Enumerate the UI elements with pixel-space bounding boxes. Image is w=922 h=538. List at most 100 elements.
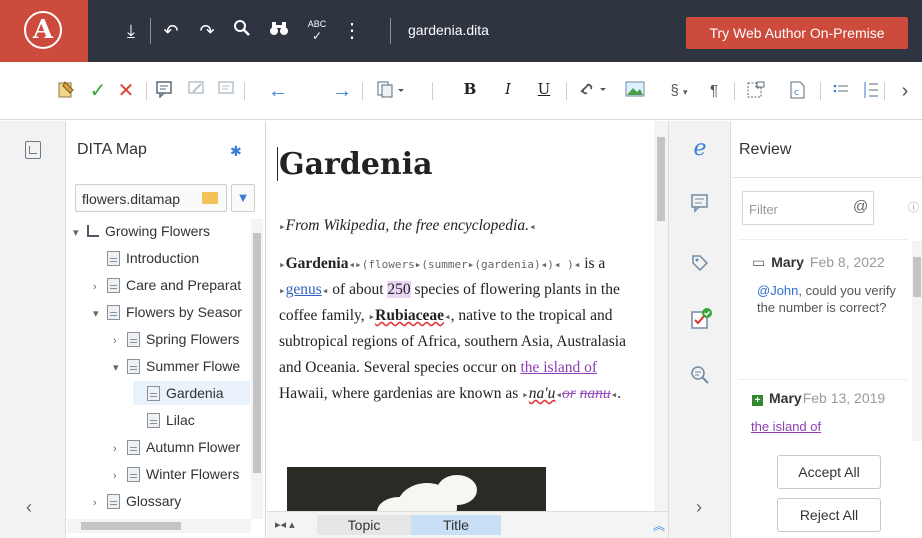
image-icon[interactable] <box>624 80 646 102</box>
prev-change-icon[interactable]: ← <box>266 80 290 102</box>
paste-icon[interactable] <box>374 80 408 102</box>
more-icon[interactable]: ⋮ <box>342 18 362 44</box>
redo-icon[interactable]: ↷ <box>196 18 218 44</box>
tree-node[interactable]: › Winter Flowers <box>113 462 239 486</box>
map-vertical-scrollbar[interactable] <box>251 219 263 519</box>
review-filter-input[interactable]: Filter @ <box>742 191 874 225</box>
add-comment-icon[interactable] <box>152 80 176 102</box>
comment-card[interactable]: ▭ Mary Feb 8, 2022 @John, could you verify… <box>738 239 908 379</box>
toolbar-separator <box>884 82 885 100</box>
comment-icon[interactable] <box>214 80 238 102</box>
toolbar-separator <box>244 82 245 100</box>
binoculars-icon[interactable] <box>266 18 292 44</box>
expand-caret-icon[interactable]: ▾ <box>73 221 87 245</box>
document-title[interactable]: Gardenia <box>279 147 433 182</box>
next-change-icon[interactable]: → <box>330 80 354 102</box>
collapse-caret-icon[interactable]: › <box>93 275 107 299</box>
link-icon[interactable] <box>576 80 610 102</box>
insert-element-icon[interactable] <box>744 80 768 102</box>
breadcrumb-topic[interactable]: Topic <box>317 515 411 535</box>
expand-caret-icon[interactable]: ▾ <box>93 302 107 326</box>
mention[interactable]: @John <box>757 283 798 298</box>
editor-vertical-scrollbar[interactable] <box>654 121 668 511</box>
map-horizontal-scrollbar[interactable] <box>67 519 251 533</box>
accept-all-button[interactable]: Accept All <box>777 455 881 489</box>
genus-link[interactable]: genus <box>286 281 322 298</box>
collapse-caret-icon[interactable]: › <box>113 329 127 353</box>
commented-number[interactable]: 250 <box>387 281 411 298</box>
spellcheck-icon[interactable]: ABC ✓ <box>304 18 330 44</box>
deleted-text[interactable]: or <box>562 385 576 402</box>
reject-all-button[interactable]: Reject All <box>777 498 881 532</box>
tree-node[interactable]: ▾ Summer Flowe <box>113 354 240 378</box>
inserted-text[interactable]: the island of <box>520 359 597 376</box>
map-hscroll-thumb[interactable] <box>81 522 181 530</box>
reject-change-icon[interactable]: ✕ <box>114 80 138 102</box>
collapse-right-icon[interactable]: › <box>696 497 702 518</box>
tree-node[interactable]: Gardenia <box>133 381 250 405</box>
short-description[interactable]: ▸From Wikipedia, the free encyclopedia.◂ <box>279 213 645 239</box>
folder-icon[interactable] <box>202 192 218 204</box>
add-element-icon[interactable]: ℯ <box>689 135 711 160</box>
editor-scroll-thumb[interactable] <box>657 137 665 221</box>
breadcrumb-title[interactable]: Title <box>411 515 501 535</box>
italic-button[interactable]: I <box>498 80 518 102</box>
expand-caret-icon[interactable]: ▾ <box>113 356 127 380</box>
section-button[interactable]: § ▾ <box>664 80 694 102</box>
tree-node[interactable]: ▾ Growing Flowers <box>73 219 210 243</box>
text-span: . <box>617 385 622 402</box>
document-editor[interactable]: Gardenia ▸From Wikipedia, the free encyc… <box>267 121 653 511</box>
bold-button[interactable]: B <box>460 80 480 102</box>
element-marker-icon[interactable]: ▸◂ ▴ <box>275 518 295 531</box>
dita-map-title: DITA Map <box>77 141 147 158</box>
expand-up-icon[interactable]: ︽ <box>653 517 665 534</box>
map-scroll-thumb[interactable] <box>253 233 261 473</box>
info-icon[interactable]: ⓘ <box>908 199 919 215</box>
search-icon[interactable] <box>230 18 254 44</box>
insert-conref-icon[interactable]: c <box>786 80 808 102</box>
underline-button[interactable]: U <box>534 80 554 102</box>
collapse-caret-icon[interactable]: › <box>113 437 127 461</box>
edit-comment-icon[interactable] <box>184 80 208 102</box>
tree-node[interactable]: › Care and Preparat <box>93 273 241 297</box>
review-icon[interactable] <box>689 307 712 329</box>
tree-node[interactable]: › Glossary <box>93 489 181 513</box>
logo-box[interactable]: A <box>0 0 88 62</box>
tree-node[interactable]: ▾ Flowers by Seasor <box>93 300 242 324</box>
change-link[interactable]: the island of <box>751 419 821 434</box>
tree-node[interactable]: Lilac <box>133 408 195 432</box>
collapse-left-icon[interactable]: ‹ <box>26 497 32 518</box>
right-side-bar: ℯ › <box>668 121 731 538</box>
try-web-author-button[interactable]: Try Web Author On-Premise <box>686 17 908 49</box>
collapse-caret-icon[interactable]: › <box>113 464 127 488</box>
attributes-tag-icon[interactable] <box>689 253 711 275</box>
download-icon[interactable]: ⤓ <box>120 18 142 44</box>
change-card[interactable]: + MaryFeb 13, 2019 the island of <box>738 379 908 449</box>
paragraph-button[interactable]: ¶ <box>706 80 722 102</box>
filter-icon[interactable]: ▼ <box>231 184 255 212</box>
list-icon[interactable] <box>830 80 852 102</box>
at-mention-icon[interactable]: @ <box>853 198 868 215</box>
undo-icon[interactable]: ↶ <box>160 18 182 44</box>
comments-icon[interactable] <box>689 193 711 215</box>
accept-change-icon[interactable]: ✓ <box>86 80 110 102</box>
gear-icon[interactable]: ✱ <box>230 143 242 160</box>
review-scrollbar[interactable] <box>912 241 922 441</box>
section-label: § <box>670 82 679 99</box>
tree-node[interactable]: › Autumn Flower <box>113 435 240 459</box>
ditamap-selector[interactable]: flowers.ditamap <box>75 184 227 212</box>
paragraph-1[interactable]: ▸Gardenia◂▸(flowers▸(summer▸(gardenia)◂)… <box>279 251 645 407</box>
deleted-text[interactable]: nanu <box>580 385 611 402</box>
review-scroll-thumb[interactable] <box>913 257 921 297</box>
ordered-list-icon[interactable] <box>862 80 880 102</box>
track-changes-icon[interactable] <box>54 80 78 102</box>
tree-node-label: Care and Preparat <box>126 277 242 293</box>
oxygen-logo-icon[interactable]: A <box>24 11 62 49</box>
collapse-caret-icon[interactable]: › <box>93 491 107 515</box>
tree-node[interactable]: › Spring Flowers <box>113 327 239 351</box>
find-icon[interactable] <box>689 365 711 387</box>
more-right-icon[interactable]: › <box>896 80 914 102</box>
dita-map-icon[interactable] <box>25 141 41 159</box>
tree-node[interactable]: Introduction <box>93 246 199 270</box>
gardenia-image[interactable] <box>287 467 546 511</box>
